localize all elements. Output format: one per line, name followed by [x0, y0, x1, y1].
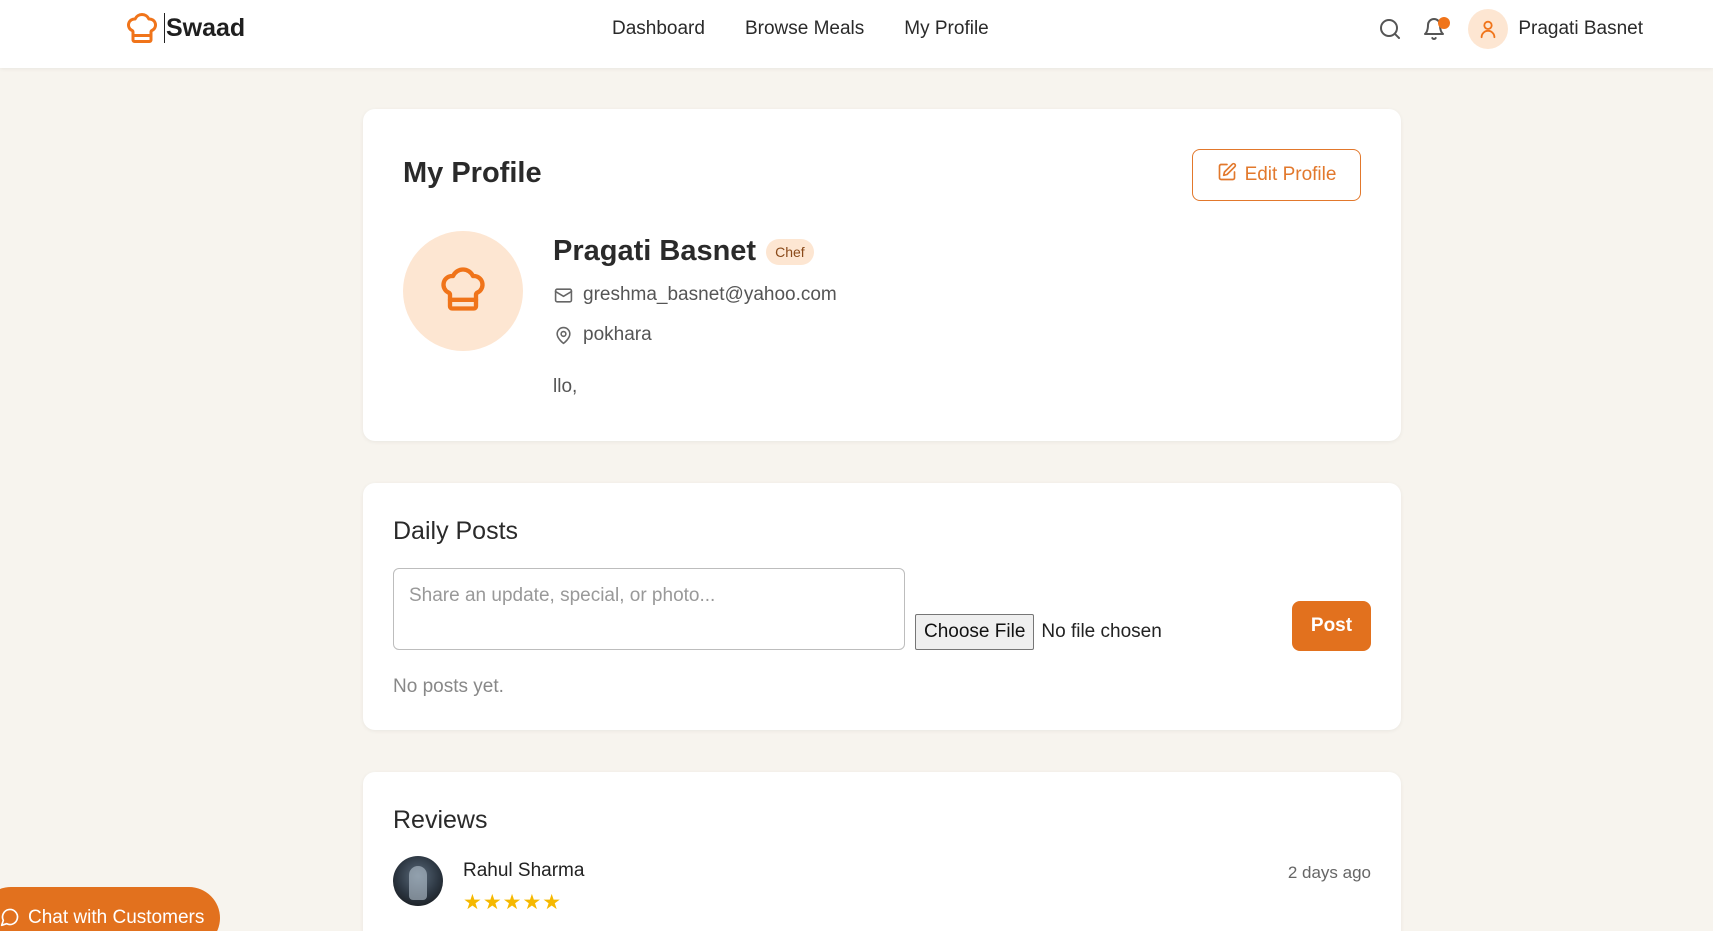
brand-logo[interactable]: Swaad [124, 10, 245, 46]
notification-dot [1438, 17, 1451, 29]
bell-icon[interactable] [1420, 15, 1451, 43]
page-title: My Profile [403, 157, 542, 189]
role-badge: Chef [766, 238, 814, 265]
file-picker: Choose File No file chosen [915, 614, 1162, 650]
empty-posts-message: No posts yet. [393, 676, 504, 697]
profile-location: pokhara [583, 324, 652, 345]
nav-dashboard[interactable]: Dashboard [612, 18, 705, 40]
profile-name-row: Pragati Basnet Chef [553, 235, 814, 268]
reviewer-avatar [393, 856, 443, 906]
post-button[interactable]: Post [1292, 601, 1371, 651]
profile-avatar [403, 231, 523, 351]
mail-icon [553, 285, 573, 305]
chat-label: Chat with Customers [28, 907, 205, 928]
daily-posts-card: Daily Posts Choose File No file chosen P… [363, 483, 1401, 730]
profile-email: greshma_basnet@yahoo.com [583, 284, 837, 305]
chef-hat-icon [124, 10, 160, 46]
main-nav: Dashboard Browse Meals My Profile [612, 18, 989, 40]
daily-posts-title: Daily Posts [393, 517, 519, 545]
map-pin-icon [553, 325, 573, 345]
edit-profile-label: Edit Profile [1244, 164, 1337, 185]
nav-my-profile[interactable]: My Profile [904, 18, 988, 40]
profile-location-row: pokhara [553, 324, 652, 346]
chat-icon [0, 907, 20, 931]
reviews-title: Reviews [393, 806, 488, 834]
review-stars: ★★★★★ [463, 891, 563, 914]
nav-browse-meals[interactable]: Browse Meals [745, 18, 864, 40]
user-avatar[interactable] [1468, 9, 1509, 49]
search-icon[interactable] [1376, 15, 1404, 43]
header-actions: Pragati Basnet [1376, 9, 1643, 49]
profile-email-row: greshma_basnet@yahoo.com [553, 284, 837, 306]
profile-card: My Profile Edit Profile Pragati Basnet C… [363, 109, 1401, 441]
review-time: 2 days ago [1287, 863, 1371, 882]
chef-hat-icon [437, 263, 489, 320]
edit-icon [1217, 162, 1237, 188]
reviewer-name: Rahul Sharma [463, 860, 585, 881]
profile-name: Pragati Basnet [553, 235, 757, 267]
post-input[interactable] [393, 568, 905, 650]
file-status: No file chosen [1041, 621, 1162, 642]
chat-with-customers-button[interactable]: Chat with Customers [0, 887, 220, 931]
brand-name: Swaad [164, 13, 246, 43]
choose-file-button[interactable]: Choose File [915, 614, 1035, 650]
top-navbar: Swaad Dashboard Browse Meals My Profile … [0, 0, 1713, 68]
edit-profile-button[interactable]: Edit Profile [1192, 149, 1361, 201]
header-user-name[interactable]: Pragati Basnet [1518, 18, 1643, 40]
profile-bio: llo, [553, 376, 578, 397]
reviews-card: Reviews Rahul Sharma ★★★★★ 2 days ago [363, 772, 1401, 931]
